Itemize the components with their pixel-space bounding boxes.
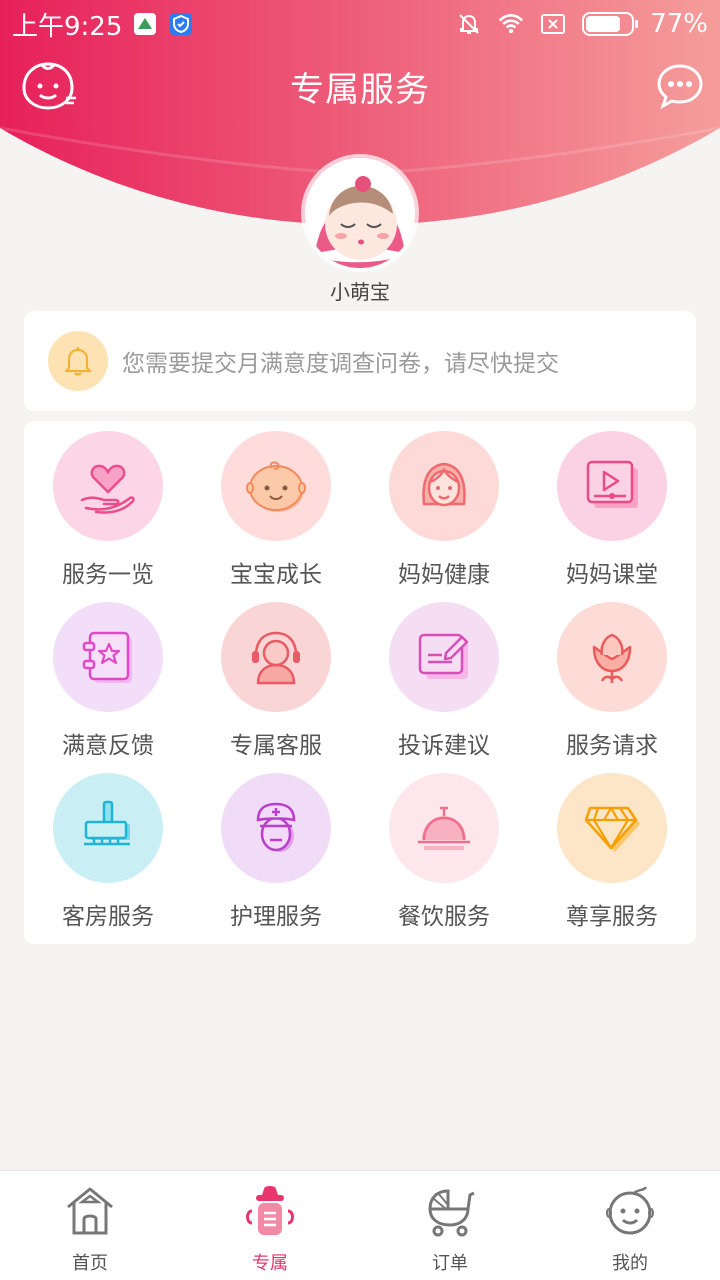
- heart-hand-icon: [53, 431, 163, 541]
- service-label: 妈妈课堂: [566, 562, 658, 588]
- service-customer-support[interactable]: 专属客服: [192, 602, 360, 773]
- mother-icon: [389, 431, 499, 541]
- bottom-tab-bar: 首页 专属 订单 我的: [0, 1170, 720, 1280]
- service-satisfaction[interactable]: 满意反馈: [24, 602, 192, 773]
- battery-icon: [582, 12, 639, 36]
- tab-mine[interactable]: 我的: [540, 1171, 720, 1280]
- bell-icon: [48, 331, 108, 391]
- service-label: 服务一览: [62, 562, 154, 588]
- app-notification-icon: [132, 11, 158, 37]
- survey-notice[interactable]: 您需要提交月满意度调查问卷，请尽快提交: [24, 311, 696, 411]
- chat-bubble-icon[interactable]: [656, 62, 704, 110]
- tab-home[interactable]: 首页: [0, 1171, 180, 1280]
- service-baby-growth[interactable]: 宝宝成长: [192, 431, 360, 602]
- services-grid: 服务一览 宝宝成长 妈妈健康 妈妈课堂 满意反馈 专属客服 投诉建议 服务请求 …: [24, 431, 696, 944]
- service-complaint[interactable]: 投诉建议: [360, 602, 528, 773]
- service-label: 投诉建议: [398, 733, 490, 759]
- service-label: 专属客服: [230, 733, 322, 759]
- battery-percent: 77%: [650, 9, 708, 39]
- tab-label: 订单: [432, 1253, 468, 1274]
- tab-exclusive[interactable]: 专属: [180, 1171, 360, 1280]
- status-bar: 上午9:25 77%: [0, 0, 720, 48]
- star-notebook-icon: [53, 602, 163, 712]
- status-time: 上午9:25: [12, 11, 123, 42]
- mute-bell-icon: [456, 11, 482, 37]
- video-icon: [557, 431, 667, 541]
- service-label: 护理服务: [230, 904, 322, 930]
- avatar[interactable]: [305, 158, 415, 268]
- notice-text: 您需要提交月满意度调查问卷，请尽快提交: [122, 351, 559, 377]
- nurse-icon: [221, 773, 331, 883]
- tab-label: 专属: [252, 1253, 288, 1274]
- service-dining[interactable]: 餐饮服务: [360, 773, 528, 944]
- broom-icon: [53, 773, 163, 883]
- service-premium[interactable]: 尊享服务: [528, 773, 696, 944]
- home-icon: [67, 1187, 113, 1235]
- stroller-icon: [428, 1189, 475, 1237]
- page-title: 专属服务: [290, 69, 430, 110]
- profile-baby-icon: [606, 1186, 654, 1235]
- service-label: 妈妈健康: [398, 562, 490, 588]
- diamond-icon: [557, 773, 667, 883]
- service-request[interactable]: 服务请求: [528, 602, 696, 773]
- service-label: 尊享服务: [566, 904, 658, 930]
- service-label: 宝宝成长: [230, 562, 322, 588]
- service-label: 客房服务: [62, 904, 154, 930]
- tab-orders[interactable]: 订单: [360, 1171, 540, 1280]
- edit-document-icon: [389, 602, 499, 712]
- service-label: 服务请求: [566, 733, 658, 759]
- services-card: 服务一览 宝宝成长 妈妈健康 妈妈课堂 满意反馈 专属客服 投诉建议 服务请求 …: [24, 421, 696, 944]
- no-sim-icon: [540, 11, 566, 37]
- service-overview[interactable]: 服务一览: [24, 431, 192, 602]
- shield-icon: [168, 11, 194, 37]
- user-name: 小萌宝: [330, 280, 390, 304]
- baby-face-icon[interactable]: [18, 60, 80, 112]
- tab-label: 首页: [72, 1253, 108, 1274]
- service-nursing[interactable]: 护理服务: [192, 773, 360, 944]
- tab-label: 我的: [612, 1253, 648, 1274]
- service-label: 满意反馈: [62, 733, 154, 759]
- service-label: 餐饮服务: [398, 904, 490, 930]
- baby-icon: [221, 431, 331, 541]
- service-mom-class[interactable]: 妈妈课堂: [528, 431, 696, 602]
- service-mom-health[interactable]: 妈妈健康: [360, 431, 528, 602]
- wifi-icon: [498, 11, 524, 37]
- tulip-icon: [557, 602, 667, 712]
- headset-agent-icon: [221, 602, 331, 712]
- service-housekeeping[interactable]: 客房服务: [24, 773, 192, 944]
- baby-bottle-icon: [246, 1186, 294, 1235]
- food-cloche-icon: [389, 773, 499, 883]
- title-bar: 专属服务: [0, 56, 720, 116]
- sleeping-baby-avatar: [305, 158, 415, 268]
